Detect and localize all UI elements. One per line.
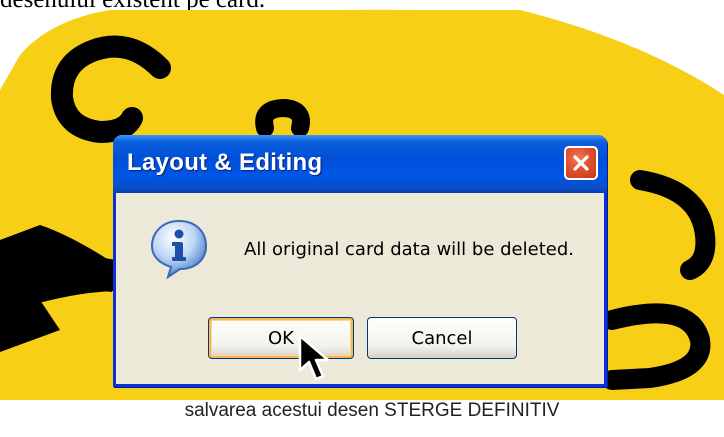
dialog-titlebar[interactable]: Layout & Editing xyxy=(113,135,607,193)
mouse-cursor-icon xyxy=(298,334,330,381)
dialog-message: All original card data will be deleted. xyxy=(244,239,574,260)
close-icon xyxy=(573,155,589,171)
message-dialog: Layout & Editing All original card data … xyxy=(113,135,607,387)
bottom-caption: salvarea acestui desen STERGE DEFINITIV xyxy=(184,400,560,421)
cancel-button[interactable]: Cancel xyxy=(367,317,517,359)
close-button[interactable] xyxy=(564,146,598,180)
info-icon xyxy=(146,215,212,285)
dialog-title: Layout & Editing xyxy=(127,149,323,176)
dialog-content: All original card data will be deleted. … xyxy=(116,193,604,384)
